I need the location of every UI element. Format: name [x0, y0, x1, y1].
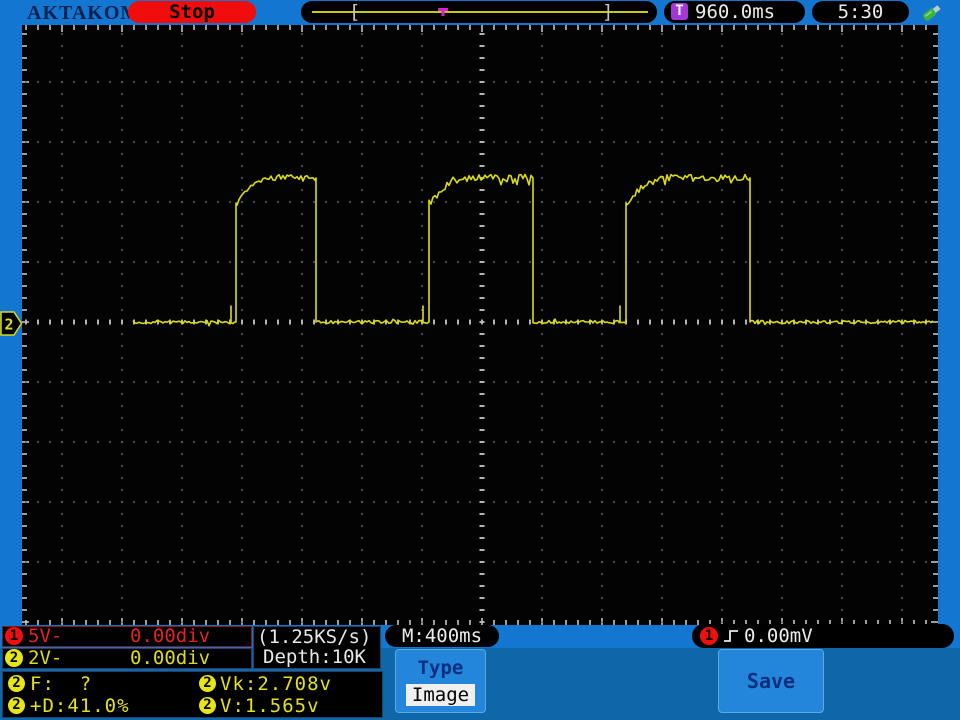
meas-freq-channel-badge: 2: [8, 675, 25, 692]
menu-option-image[interactable]: Image: [406, 684, 475, 706]
trigger-source-badge: 1: [700, 627, 718, 645]
channel-1-badge: 1: [5, 627, 23, 645]
channel-1-scale: 5V-: [28, 625, 63, 647]
channel-2-badge: 2: [5, 649, 23, 667]
rising-edge-icon: [723, 628, 740, 648]
memory-depth: Depth:10K: [263, 646, 366, 668]
channel-2-position-marker[interactable]: 2: [0, 311, 24, 341]
meas-duty-cycle: +D:41.0%: [30, 695, 130, 717]
graticule-and-trace: [22, 25, 938, 625]
save-button[interactable]: Save: [718, 649, 824, 713]
meas-vk-channel-badge: 2: [199, 675, 216, 692]
timebase-readout: M:400ms: [385, 625, 499, 647]
run-stop-button[interactable]: Stop: [128, 1, 256, 23]
brand-logo: AKTAKOM: [27, 2, 141, 24]
menu-title: Type: [417, 657, 464, 679]
acquisition-status: (1.25KS/s) Depth:10K: [253, 626, 381, 669]
window-left-bracket: [: [349, 1, 361, 23]
trigger-time-readout: T 960.0ms: [664, 1, 805, 23]
waveform-display: [22, 25, 938, 625]
trigger-position-marker-icon: [437, 2, 449, 21]
record-length-line: [312, 11, 648, 13]
channel-1-status: 1 5V- 0.00div: [2, 626, 252, 647]
measurements-panel: 2 F: ? 2 Vk:2.708v 2 +D:41.0% 2 V:1.565v: [2, 671, 383, 718]
meas-duty-channel-badge: 2: [8, 697, 25, 714]
channel-2-scale: 2V-: [28, 647, 63, 669]
channel-1-offset: 0.00div: [130, 625, 211, 647]
channel-2-status: 2 2V- 0.00div: [2, 648, 252, 669]
meas-frequency: F: ?: [30, 673, 93, 695]
oscilloscope-screen: { "brand": "AKTAKOM", "top_bar": { "run_…: [0, 0, 960, 720]
meas-v-channel-badge: 2: [199, 697, 216, 714]
trigger-position-indicator: [ ]: [301, 1, 657, 23]
window-right-bracket: ]: [602, 1, 614, 23]
trigger-level-readout: 1 0.00mV: [692, 624, 954, 648]
trigger-level-value: 0.00mV: [744, 625, 813, 647]
usb-flash-drive-icon: [919, 2, 945, 26]
meas-vk: Vk:2.708v: [220, 673, 332, 695]
channel-2-offset: 0.00div: [130, 647, 211, 669]
sample-rate: (1.25KS/s): [257, 626, 372, 648]
meas-voltage: V:1.565v: [220, 695, 320, 717]
channel-2-trace: [132, 173, 934, 327]
trigger-icon: T: [671, 3, 688, 20]
trigger-time-value: 960.0ms: [695, 1, 776, 23]
channel-2-marker-label: 2: [5, 316, 14, 334]
type-menu[interactable]: Type Image: [395, 649, 486, 713]
clock: 5:30: [812, 1, 909, 23]
